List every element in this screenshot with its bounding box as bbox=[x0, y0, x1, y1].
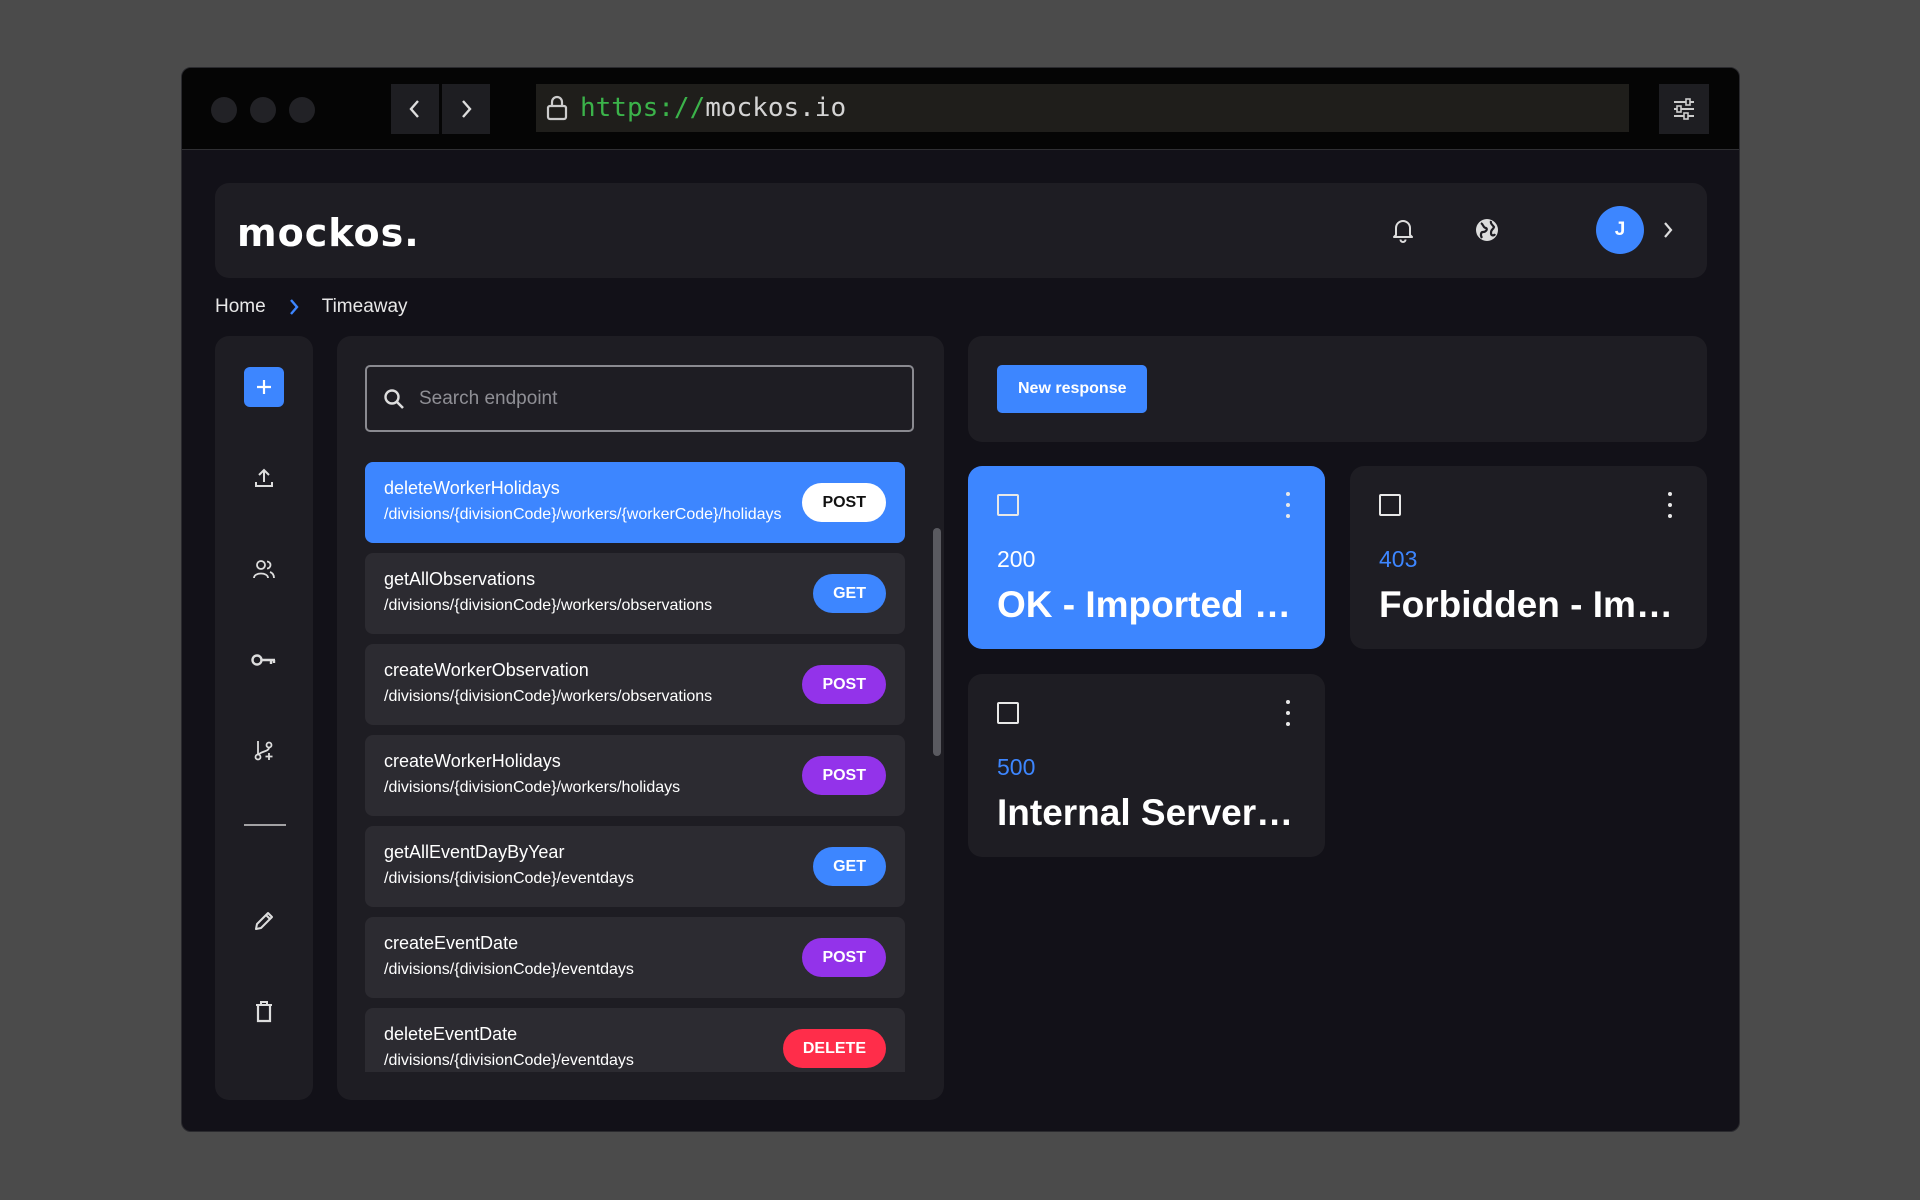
back-button[interactable] bbox=[391, 84, 439, 134]
url-host: mockos.io bbox=[705, 93, 847, 123]
response-status-code: 403 bbox=[1379, 546, 1418, 572]
endpoint-list: deleteWorkerHolidays/divisions/{division… bbox=[365, 462, 905, 1072]
response-title: OK - Imported response bbox=[997, 584, 1302, 625]
address-bar[interactable]: https://mockos.io bbox=[536, 84, 1629, 132]
language-button[interactable] bbox=[1470, 213, 1504, 247]
endpoint-name: deleteEventDate bbox=[384, 1024, 518, 1044]
breadcrumb-current: Timeaway bbox=[321, 296, 408, 317]
endpoint-path: /divisions/{divisionCode}/workers/observ… bbox=[384, 688, 713, 705]
method-badge: GET bbox=[813, 847, 886, 886]
endpoint-name: createWorkerObservation bbox=[384, 660, 589, 680]
upload-button[interactable] bbox=[244, 458, 284, 498]
response-checkbox[interactable] bbox=[1379, 494, 1401, 516]
window-close-dot[interactable] bbox=[211, 97, 237, 123]
avatar[interactable]: J bbox=[1596, 206, 1644, 254]
response-card[interactable]: 403 Forbidden - Imported response bbox=[1350, 466, 1707, 649]
chevron-left-icon bbox=[409, 100, 419, 118]
response-status-code: 500 bbox=[997, 754, 1036, 780]
api-keys-button[interactable] bbox=[244, 640, 284, 680]
git-branch-plus-icon bbox=[254, 741, 273, 761]
bell-icon bbox=[1393, 220, 1413, 243]
sliders-icon bbox=[1674, 98, 1694, 120]
endpoint-path: /divisions/{divisionCode}/eventdays bbox=[384, 961, 634, 978]
endpoints-panel: deleteWorkerHolidays/divisions/{division… bbox=[337, 336, 944, 1100]
browser-chrome: https://mockos.io bbox=[182, 68, 1739, 150]
method-badge: POST bbox=[802, 483, 886, 522]
chevron-right-icon bbox=[1664, 222, 1673, 238]
delete-button[interactable] bbox=[244, 992, 284, 1032]
endpoint-path: /divisions/{divisionCode}/eventdays bbox=[384, 870, 634, 887]
account-menu-button[interactable] bbox=[1658, 213, 1678, 247]
response-card[interactable]: 200 OK - Imported response bbox=[968, 466, 1325, 649]
search-input[interactable] bbox=[419, 387, 899, 410]
method-badge: POST bbox=[802, 756, 886, 795]
search-box bbox=[365, 365, 914, 432]
response-title: Internal Server Error bbox=[997, 792, 1302, 833]
endpoint-list-scrollbar[interactable] bbox=[933, 528, 941, 756]
notifications-button[interactable] bbox=[1386, 213, 1420, 247]
url-protocol: https:// bbox=[580, 93, 706, 123]
edit-button[interactable] bbox=[244, 901, 284, 941]
method-badge: DELETE bbox=[782, 1029, 886, 1068]
globe-icon bbox=[1476, 219, 1498, 241]
users-button[interactable] bbox=[244, 549, 284, 589]
endpoint-path: /divisions/{divisionCode}/workers/observ… bbox=[384, 597, 713, 614]
endpoint-row[interactable]: getAllObservations/divisions/{divisionCo… bbox=[365, 553, 905, 634]
method-badge: POST bbox=[802, 665, 886, 704]
plus-icon bbox=[257, 380, 271, 394]
endpoint-path: /divisions/{divisionCode}/workers/{worke… bbox=[384, 506, 782, 523]
chevron-right-icon bbox=[288, 298, 300, 316]
tool-sidebar bbox=[215, 336, 313, 1100]
users-icon bbox=[253, 560, 275, 579]
method-badge: POST bbox=[802, 938, 886, 977]
endpoint-row[interactable]: deleteEventDate/divisions/{divisionCode}… bbox=[365, 1008, 905, 1072]
method-badge: GET bbox=[813, 574, 886, 613]
window-minimize-dot[interactable] bbox=[250, 97, 276, 123]
response-card[interactable]: 500 Internal Server Error bbox=[968, 674, 1325, 857]
responses-toolbar: New response bbox=[968, 336, 1707, 442]
more-vertical-icon[interactable] bbox=[1285, 492, 1291, 518]
more-vertical-icon[interactable] bbox=[1285, 700, 1291, 726]
endpoint-row[interactable]: createWorkerHolidays/divisions/{division… bbox=[365, 735, 905, 816]
response-title: Forbidden - Imported response bbox=[1379, 584, 1684, 625]
browser-window: https://mockos.io mockos. J Home Timeawa… bbox=[181, 67, 1740, 1132]
upload-icon bbox=[255, 468, 273, 487]
breadcrumb-home[interactable]: Home bbox=[215, 296, 266, 318]
sidebar-divider bbox=[244, 824, 286, 826]
pencil-icon bbox=[255, 912, 273, 930]
endpoint-name: getAllEventDayByYear bbox=[384, 842, 565, 862]
browser-settings-button[interactable] bbox=[1659, 84, 1709, 134]
endpoint-name: deleteWorkerHolidays bbox=[384, 478, 560, 498]
endpoint-path: /divisions/{divisionCode}/workers/holida… bbox=[384, 779, 681, 796]
more-vertical-icon[interactable] bbox=[1667, 492, 1673, 518]
endpoint-row[interactable]: deleteWorkerHolidays/divisions/{division… bbox=[365, 462, 905, 543]
breadcrumb: Home Timeaway bbox=[215, 296, 408, 318]
endpoint-row[interactable]: createEventDate/divisions/{divisionCode}… bbox=[365, 917, 905, 998]
endpoint-row[interactable]: createWorkerObservation/divisions/{divis… bbox=[365, 644, 905, 725]
chevron-right-icon bbox=[462, 100, 472, 118]
branches-button[interactable] bbox=[244, 730, 284, 770]
response-checkbox[interactable] bbox=[997, 702, 1019, 724]
endpoint-name: createWorkerHolidays bbox=[384, 751, 561, 771]
endpoint-name: createEventDate bbox=[384, 933, 519, 953]
lock-icon bbox=[546, 95, 568, 121]
forward-button[interactable] bbox=[442, 84, 490, 134]
endpoint-name: getAllObservations bbox=[384, 569, 536, 589]
key-icon bbox=[251, 654, 276, 666]
app-header: mockos. J bbox=[215, 183, 1707, 278]
logo[interactable]: mockos. bbox=[237, 211, 420, 255]
add-endpoint-button[interactable] bbox=[244, 367, 284, 407]
response-checkbox[interactable] bbox=[997, 494, 1019, 516]
search-icon bbox=[384, 388, 404, 409]
endpoint-path: /divisions/{divisionCode}/eventdays bbox=[384, 1052, 634, 1069]
trash-icon bbox=[256, 1001, 272, 1023]
new-response-button[interactable]: New response bbox=[997, 365, 1148, 413]
response-status-code: 200 bbox=[997, 546, 1036, 572]
window-maximize-dot[interactable] bbox=[289, 97, 315, 123]
endpoint-row[interactable]: getAllEventDayByYear/divisions/{division… bbox=[365, 826, 905, 907]
